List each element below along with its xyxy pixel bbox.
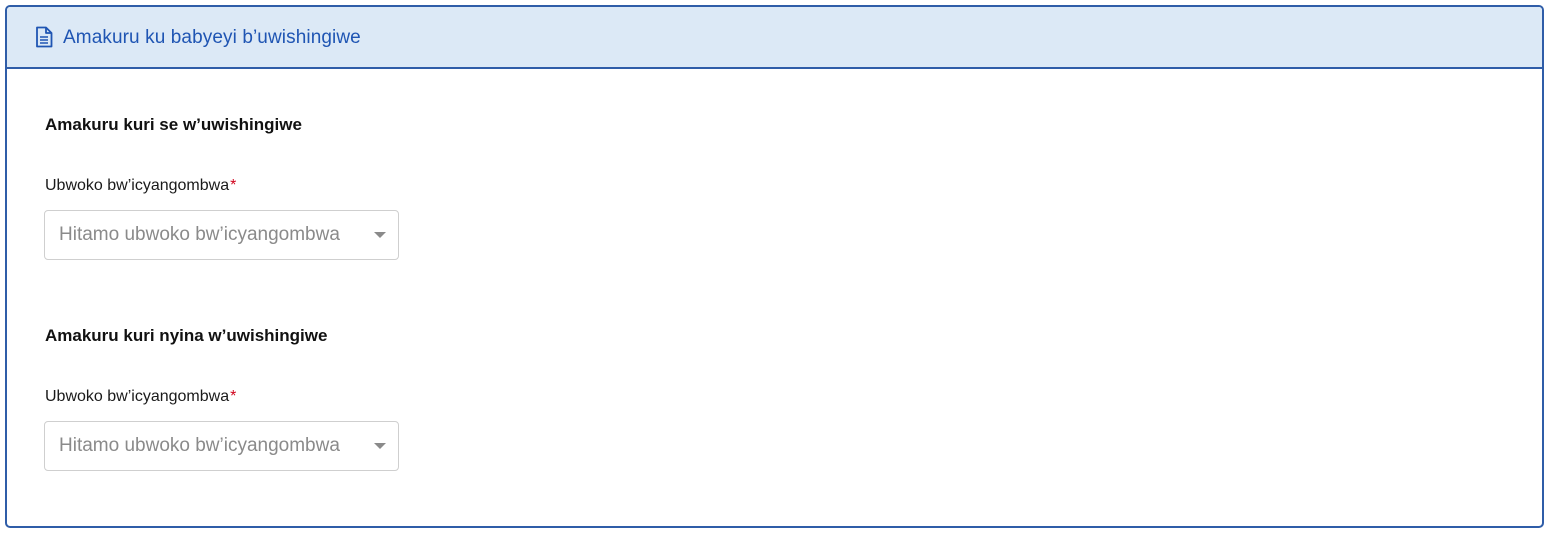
select-placeholder: Hitamo ubwoko bw’icyangombwa xyxy=(59,435,340,456)
parents-info-card: Amakuru ku babyeyi b’uwishingiwe Amakuru… xyxy=(5,5,1544,528)
mother-id-type-label: Ubwoko bw’icyangombwa* xyxy=(45,388,236,406)
caret-down-icon xyxy=(374,443,386,449)
select-placeholder: Hitamo ubwoko bw’icyangombwa xyxy=(59,224,340,245)
field-label-text: Ubwoko bw’icyangombwa xyxy=(45,177,230,194)
father-id-type-label: Ubwoko bw’icyangombwa* xyxy=(45,177,236,195)
card-header: Amakuru ku babyeyi b’uwishingiwe xyxy=(7,7,1542,69)
father-id-type-select[interactable]: Hitamo ubwoko bw’icyangombwa xyxy=(44,210,399,260)
caret-down-icon xyxy=(374,232,386,238)
field-label-text: Ubwoko bw’icyangombwa xyxy=(45,388,230,405)
required-asterisk: * xyxy=(230,388,237,405)
mother-id-type-select[interactable]: Hitamo ubwoko bw’icyangombwa xyxy=(44,421,399,471)
mother-section-title: Amakuru kuri nyina w’uwishingiwe xyxy=(45,326,328,345)
required-asterisk: * xyxy=(230,177,237,194)
document-icon xyxy=(35,26,53,48)
card-title: Amakuru ku babyeyi b’uwishingiwe xyxy=(63,26,361,48)
father-section-title: Amakuru kuri se w’uwishingiwe xyxy=(45,115,302,134)
